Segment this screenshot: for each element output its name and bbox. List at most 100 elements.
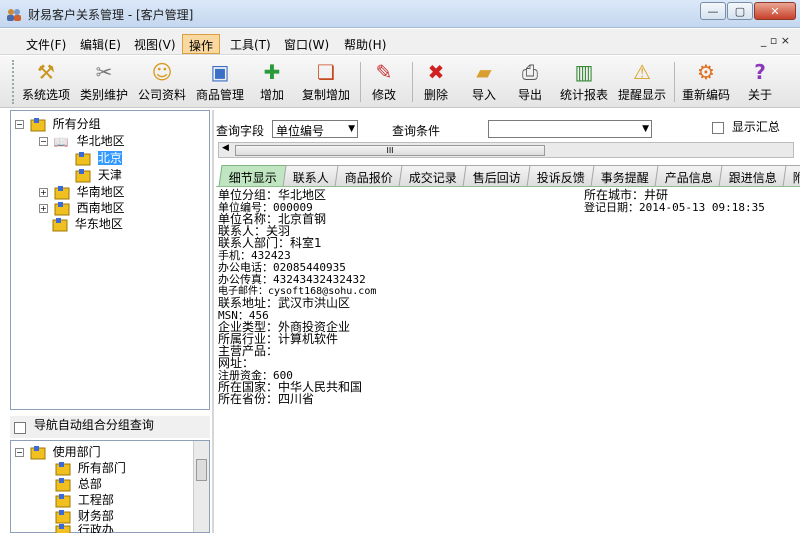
tab-quotes[interactable]: 商品报价: [334, 165, 404, 187]
tree-node-root[interactable]: − 所有分组: [15, 115, 101, 131]
copy-add-button[interactable]: ❏ 复制增加: [298, 58, 354, 106]
auto-group-checkbox[interactable]: [14, 421, 26, 434]
show-summary-checkbox[interactable]: [712, 121, 724, 134]
collapse-icon[interactable]: −: [15, 448, 24, 457]
tab-detail[interactable]: 细节显示: [218, 165, 288, 187]
category-maintain-label: 类别维护: [79, 88, 128, 102]
tab-product-info[interactable]: 产品信息: [654, 165, 724, 187]
tab-more[interactable]: 附: [782, 165, 800, 187]
grid-horizontal-scrollbar[interactable]: ◀ III: [218, 142, 794, 158]
company-info-button[interactable]: ☺ 公司资料: [136, 58, 188, 106]
dept-node[interactable]: 工程部: [55, 491, 114, 507]
query-bar: 查询字段 单位编号 ▼ 查询条件 ▼ 显示汇总: [214, 118, 800, 140]
expand-icon[interactable]: +: [39, 188, 48, 197]
dept-label: 所有部门: [77, 461, 126, 475]
delete-x-icon: ✖: [427, 60, 445, 84]
mdi-controls[interactable]: _ ▫ ×: [761, 34, 790, 47]
delete-button[interactable]: ✖ 删除: [418, 58, 454, 106]
query-condition-select[interactable]: ▼: [488, 120, 652, 138]
product-manage-button[interactable]: ▣ 商品管理: [194, 58, 246, 106]
menu-help[interactable]: 帮助(H): [338, 34, 392, 54]
edit-button[interactable]: ✎ 修改: [366, 58, 402, 106]
group-tree[interactable]: − 所有分组 − 📖 华北地区 北京 天津 + 华南地区 + 西南地区 华东地区: [10, 110, 210, 410]
dept-node-root[interactable]: − 使用部门: [15, 443, 101, 459]
scrollbar-thumb[interactable]: [196, 459, 207, 481]
tree-node-huabei[interactable]: − 📖 华北地区: [39, 132, 125, 149]
folder-group-icon: [55, 477, 71, 491]
close-icon: ✕: [770, 4, 780, 18]
tab-followup[interactable]: 跟进信息: [718, 165, 788, 187]
toolbar-separator: [412, 62, 413, 102]
close-button[interactable]: ✕: [754, 2, 796, 20]
tab-label: 事务提醒: [600, 171, 649, 185]
dept-node[interactable]: 所有部门: [55, 459, 126, 475]
folder-group-icon: [55, 523, 71, 533]
system-options-button[interactable]: ⚒ 系统选项: [20, 58, 72, 106]
title-bar: 财易客户关系管理 - [客户管理] — ▢ ✕: [0, 0, 800, 28]
export-button[interactable]: ⎙ 导出: [512, 58, 548, 106]
tree-node-huadong[interactable]: 华东地区: [52, 215, 123, 231]
show-summary-option[interactable]: 显示汇总: [712, 118, 780, 135]
folder-group-icon: [52, 217, 68, 231]
tab-contacts[interactable]: 联系人: [282, 165, 340, 187]
menu-operate[interactable]: 操作: [182, 34, 221, 54]
tools-icon: ✂: [95, 60, 113, 84]
pencil-icon: ✎: [375, 60, 393, 84]
scrollbar-thumb[interactable]: III: [235, 145, 545, 156]
minimize-icon: —: [707, 4, 719, 18]
tab-deals[interactable]: 成交记录: [398, 165, 468, 187]
toolbar-separator: [674, 62, 675, 102]
tab-aftersales[interactable]: 售后回访: [462, 165, 532, 187]
import-label: 导入: [471, 88, 496, 102]
tree-label-huanan: 华南地区: [76, 185, 125, 199]
detail-panel: 单位分组：华北地区 单位编号：000009 单位名称：北京首钢 联系人：关羽 联…: [216, 187, 800, 533]
tab-complaints[interactable]: 投诉反馈: [526, 165, 596, 187]
tree-node-huanan[interactable]: + 华南地区: [39, 183, 125, 199]
stats-report-button[interactable]: ▥ 统计报表: [558, 58, 610, 106]
copy-add-label: 复制增加: [301, 88, 350, 102]
box-icon: ▣: [210, 60, 230, 84]
menu-tools[interactable]: 工具(T): [224, 34, 277, 54]
menu-file[interactable]: 文件(F): [20, 34, 72, 54]
expand-icon[interactable]: +: [39, 204, 48, 213]
tree-label-xinan: 西南地区: [76, 201, 125, 215]
dept-node[interactable]: 行政办: [55, 521, 114, 533]
menu-edit[interactable]: 编辑(E): [74, 34, 127, 54]
tree-node-beijing[interactable]: 北京: [75, 149, 122, 165]
collapse-icon[interactable]: −: [39, 137, 48, 146]
menu-window[interactable]: 窗口(W): [278, 34, 335, 54]
recode-button[interactable]: ⚙ 重新编码: [680, 58, 732, 106]
app-icon: [7, 9, 21, 21]
tab-reminders[interactable]: 事务提醒: [590, 165, 660, 187]
collapse-icon[interactable]: −: [15, 120, 24, 129]
about-button[interactable]: ? 关于: [742, 58, 778, 106]
menu-view[interactable]: 视图(V): [128, 34, 182, 54]
import-button[interactable]: ▰ 导入: [466, 58, 502, 106]
add-button[interactable]: ✚ 增加: [254, 58, 290, 106]
auto-group-option[interactable]: 导航自动组合分组查询: [10, 416, 210, 438]
toolbar-grip[interactable]: [12, 60, 16, 104]
reminder-show-label: 提醒显示: [617, 88, 666, 102]
category-maintain-button[interactable]: ✂ 类别维护: [78, 58, 130, 106]
restore-icon: ▢: [734, 4, 746, 18]
tab-label: 附: [792, 171, 800, 185]
scroll-left-icon[interactable]: ◀: [222, 143, 229, 153]
toolbar-separator: [360, 62, 361, 102]
tree-node-xinan[interactable]: + 西南地区: [39, 199, 125, 215]
restore-button[interactable]: ▢: [727, 2, 753, 20]
dept-label: 总部: [77, 477, 102, 491]
query-condition-label: 查询条件: [392, 124, 441, 138]
minimize-button[interactable]: —: [700, 2, 726, 20]
reminder-show-button[interactable]: ⚠ 提醒显示: [616, 58, 668, 106]
tree-label-tianjin: 天津: [97, 168, 122, 182]
dept-scrollbar[interactable]: [193, 441, 209, 532]
panel-splitter[interactable]: [212, 110, 214, 533]
dropdown-arrow-icon: ▼: [348, 124, 355, 134]
window-title: 财易客户关系管理 - [客户管理]: [28, 8, 194, 22]
query-field-select[interactable]: 单位编号 ▼: [272, 120, 358, 138]
folder-group-icon: [55, 493, 71, 507]
tree-node-tianjin[interactable]: 天津: [75, 166, 122, 182]
department-tree[interactable]: − 使用部门 所有部门 总部 工程部 财务部 行政办: [10, 440, 210, 533]
dept-node[interactable]: 总部: [55, 475, 102, 491]
dept-label: 行政办: [77, 523, 114, 533]
